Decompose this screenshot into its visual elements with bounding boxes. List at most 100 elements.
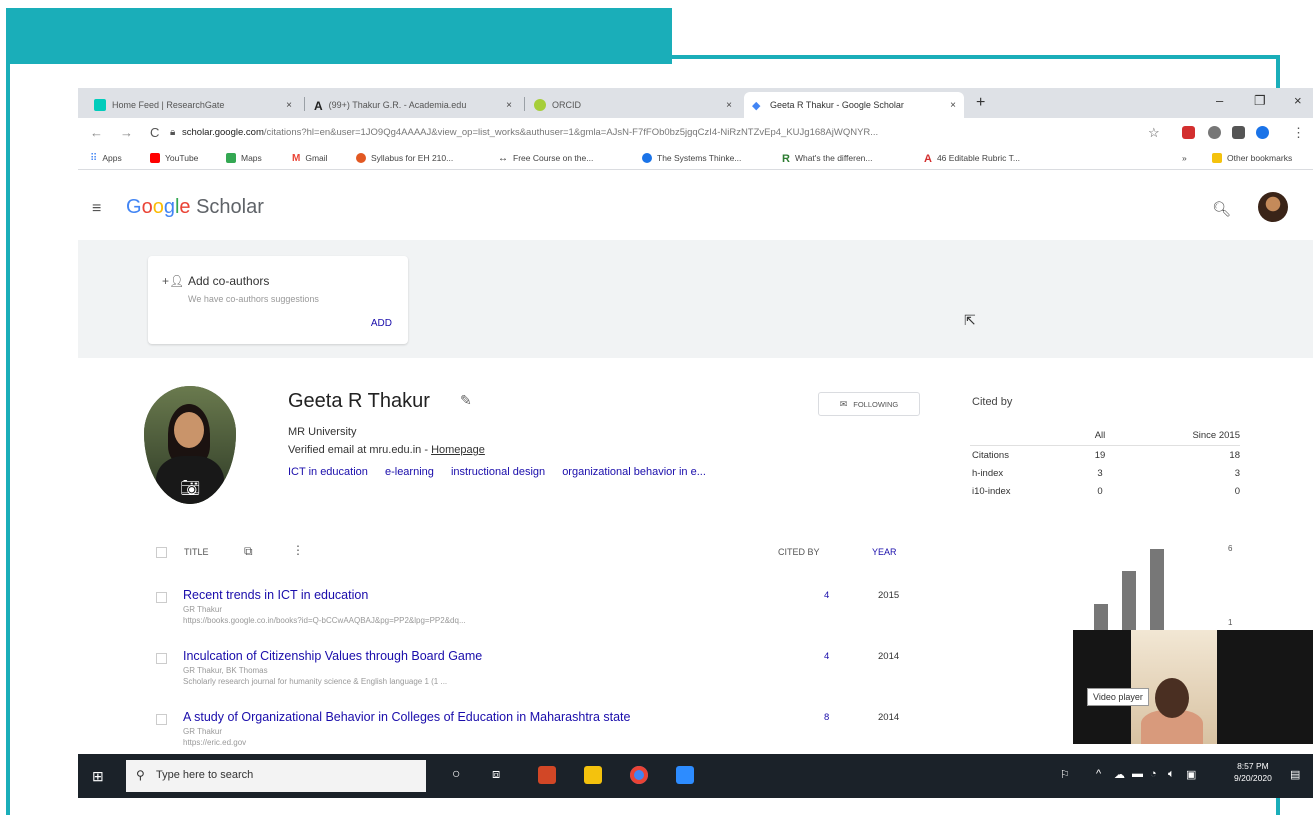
bookmark-label: Other bookmarks	[1227, 153, 1293, 163]
metric-since: 0	[1234, 486, 1240, 497]
minimize-button[interactable]: –	[1216, 93, 1223, 108]
pdf-extension-icon[interactable]	[1182, 126, 1195, 139]
camera-icon[interactable]: 📷︎	[180, 478, 200, 498]
mouse-cursor-icon: ⇱	[964, 312, 976, 328]
other-bookmarks[interactable]: Other bookmarks	[1212, 153, 1292, 163]
article-authors: GR Thakur	[183, 605, 222, 614]
following-button[interactable]: ✉ FOLLOWING	[818, 392, 920, 416]
close-tab-icon[interactable]: ×	[950, 100, 956, 111]
menu-kebab-icon[interactable]: ⋮	[1292, 125, 1305, 141]
search-icon[interactable]: 🔍︎	[1212, 200, 1231, 218]
maximize-button[interactable]: ❐	[1254, 93, 1266, 109]
article-authors: GR Thakur	[183, 727, 222, 736]
article-cited-count[interactable]: 4	[824, 651, 829, 662]
sort-by-title[interactable]: TITLE	[184, 547, 209, 557]
article-publication: https://eric.ed.gov	[183, 738, 247, 747]
sort-by-year[interactable]: YEAR	[872, 547, 897, 557]
reload-icon[interactable]: C	[150, 125, 159, 140]
article-cited-count[interactable]: 8	[824, 712, 829, 723]
interest-link[interactable]: e-learning	[385, 466, 434, 478]
bookmark-maps[interactable]: Maps	[226, 153, 262, 163]
homepage-link[interactable]: Homepage	[431, 444, 485, 456]
tab-orcid[interactable]: ORCID ×	[526, 92, 740, 118]
interest-link[interactable]: ICT in education	[288, 466, 368, 478]
bookmarks-overflow-icon[interactable]: »	[1182, 153, 1187, 163]
bookmark-free-course[interactable]: ↔ Free Course on the...	[498, 153, 593, 164]
bookmark-whats-the-difference[interactable]: R What's the differen...	[782, 153, 873, 165]
file-explorer-icon[interactable]	[584, 766, 602, 784]
gmail-icon: M	[292, 153, 301, 164]
interest-link[interactable]: instructional design	[451, 466, 545, 478]
mail-icon: ✉	[839, 398, 848, 409]
zoom-icon[interactable]	[676, 766, 694, 784]
powerpoint-icon[interactable]	[538, 766, 556, 784]
interest-link[interactable]: organizational behavior in e...	[562, 466, 706, 478]
bookmark-systems-thinker[interactable]: The Systems Thinke...	[642, 153, 741, 163]
article-cited-count[interactable]: 4	[824, 590, 829, 601]
metric-label: h-index	[972, 468, 1004, 479]
sort-by-cited[interactable]: CITED BY	[778, 547, 820, 557]
bookmark-star-icon[interactable]: ☆	[1148, 125, 1160, 141]
tab-label: (99+) Thakur G.R. - Academia.edu	[328, 100, 467, 110]
article-title-link[interactable]: A study of Organizational Behavior in Co…	[183, 710, 630, 724]
close-window-button[interactable]: ×	[1294, 93, 1302, 108]
more-options-icon[interactable]: ⋮	[292, 543, 304, 557]
close-tab-icon[interactable]: ×	[726, 100, 732, 111]
close-tab-icon[interactable]: ×	[286, 100, 292, 111]
new-tab-button[interactable]: +	[976, 94, 985, 112]
onedrive-icon[interactable]: ☁	[1114, 768, 1125, 781]
account-avatar[interactable]	[1258, 192, 1288, 222]
volume-icon[interactable]: 🔈︎	[1168, 768, 1175, 781]
extension-icon[interactable]	[1208, 126, 1221, 139]
add-coauthors-button[interactable]: ADD	[371, 318, 392, 329]
scholar-header: ≡ Google Scholar 🔍︎	[78, 170, 1313, 242]
clock-date: 9/20/2020	[1234, 773, 1272, 783]
bookmark-apps[interactable]: ⠿ Apps	[90, 153, 122, 164]
zoom-tray-icon[interactable]: ▣	[1186, 768, 1196, 781]
profile-icon[interactable]	[1256, 126, 1269, 139]
bookmark-youtube[interactable]: YouTube	[150, 153, 198, 163]
following-label: FOLLOWING	[853, 399, 899, 409]
bookmark-rubric[interactable]: A 46 Editable Rubric T...	[924, 153, 1020, 165]
email-text: Verified email at mru.edu.in -	[288, 444, 432, 456]
merge-icon[interactable]: ⧉	[244, 544, 253, 559]
hamburger-menu-icon[interactable]: ≡	[92, 200, 101, 218]
profile-email: Verified email at mru.edu.in - Homepage	[288, 444, 485, 456]
system-clock[interactable]: 8:57 PM 9/20/2020	[1234, 760, 1272, 784]
notifications-icon[interactable]: ▤	[1290, 768, 1300, 781]
battery-icon[interactable]: ▬	[1132, 768, 1143, 780]
video-player-tooltip: Video player	[1087, 688, 1149, 706]
tab-academia[interactable]: A (99+) Thakur G.R. - Academia.edu ×	[306, 92, 520, 118]
select-all-checkbox[interactable]	[156, 547, 167, 558]
address-toolbar: ← → C 🔒︎ scholar.google.com/citations?hl…	[78, 118, 1313, 148]
bookmark-gmail[interactable]: M Gmail	[292, 153, 328, 164]
video-player[interactable]: Video player	[1073, 630, 1313, 744]
article-title-link[interactable]: Inculcation of Citizenship Values throug…	[183, 649, 482, 663]
article-checkbox[interactable]	[156, 592, 167, 603]
logo-letter: e	[179, 196, 191, 218]
bookmark-syllabus[interactable]: Syllabus for EH 210...	[356, 153, 453, 163]
coauthors-band: +👤︎ Add co-authors We have co-authors su…	[78, 240, 1313, 358]
article-title-link[interactable]: Recent trends in ICT in education	[183, 588, 368, 602]
task-view-icon[interactable]: ⧈	[492, 766, 500, 782]
wifi-icon[interactable]: ◔	[1150, 768, 1157, 780]
chrome-icon[interactable]	[630, 766, 648, 784]
tab-researchgate[interactable]: Home Feed | ResearchGate ×	[86, 92, 300, 118]
google-scholar-logo[interactable]: Google Scholar	[126, 196, 264, 219]
profile-photo[interactable]: 📷︎	[144, 386, 236, 504]
article-checkbox[interactable]	[156, 653, 167, 664]
metric-since: 18	[1229, 450, 1240, 461]
tray-overflow-icon[interactable]: ^	[1096, 768, 1101, 780]
taskbar-search-box[interactable]: ⚲ Type here to search	[126, 760, 426, 792]
article-checkbox[interactable]	[156, 714, 167, 725]
puzzle-extension-icon[interactable]	[1232, 126, 1245, 139]
windows-start-icon[interactable]: ⊞	[92, 768, 104, 785]
tab-google-scholar[interactable]: ◆ Geeta R Thakur - Google Scholar ×	[744, 92, 964, 118]
cortana-icon[interactable]: ○	[452, 765, 460, 781]
close-tab-icon[interactable]: ×	[506, 100, 512, 111]
people-icon[interactable]: ⚐	[1060, 768, 1070, 781]
edit-pencil-icon[interactable]: ✎	[460, 392, 472, 409]
back-icon[interactable]: ←	[90, 125, 103, 140]
forward-icon[interactable]: →	[120, 125, 133, 140]
url-bar[interactable]: scholar.google.com/citations?hl=en&user=…	[182, 122, 1142, 144]
